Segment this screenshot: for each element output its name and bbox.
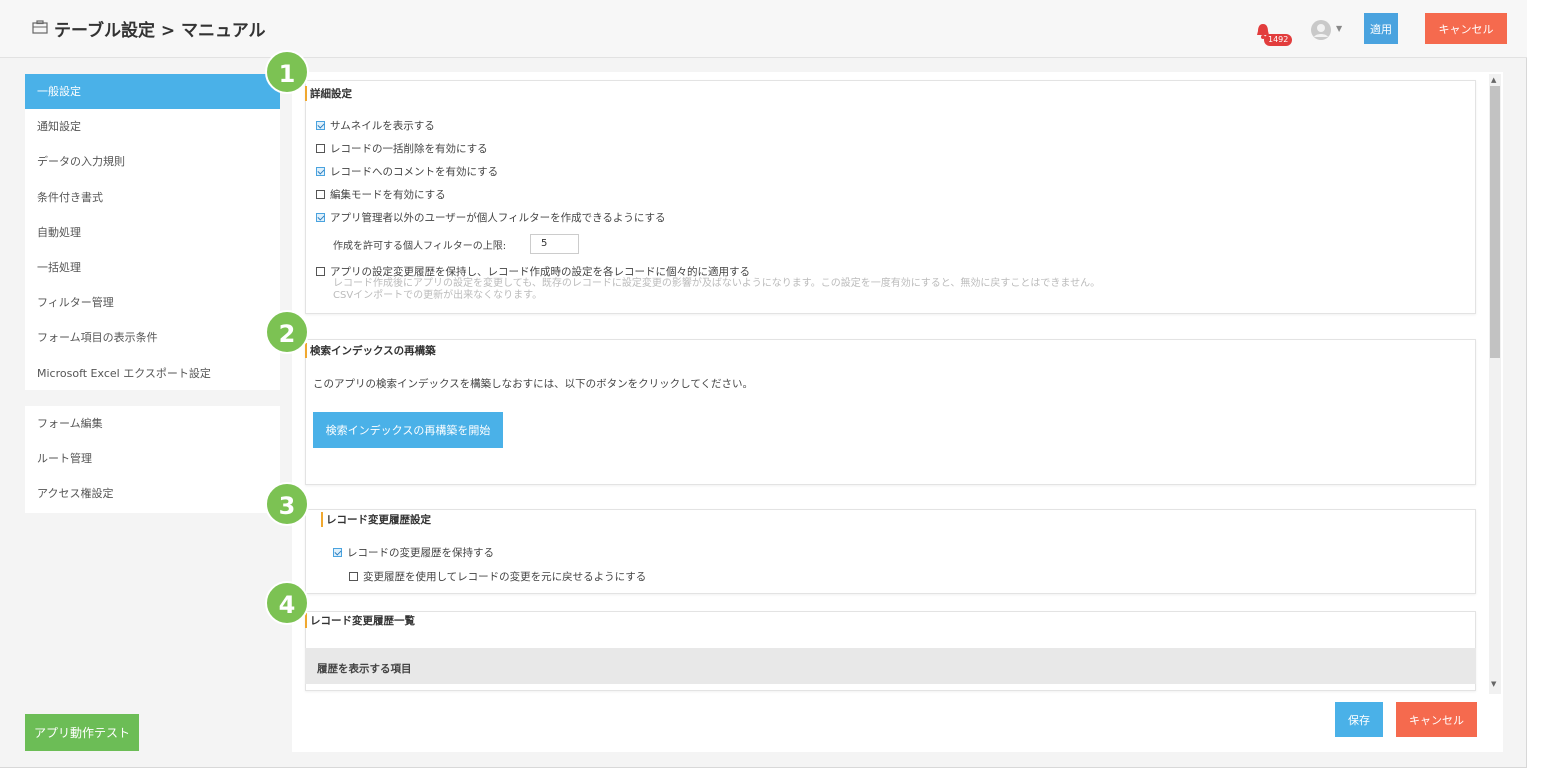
step-marker-4: 4 [265, 581, 309, 625]
sidebar-item-excel-export[interactable]: Microsoft Excel エクスポート設定 [25, 356, 280, 391]
checkbox[interactable] [316, 190, 325, 199]
rebuild-index-button[interactable]: 検索インデックスの再構築を開始 [313, 412, 503, 448]
sidebar-item-filters[interactable]: フィルター管理 [25, 285, 280, 320]
sidebar-item-conditional-format[interactable]: 条件付き書式 [25, 180, 280, 215]
sidebar-form-group: フォーム編集 ルート管理 アクセス権設定 [25, 406, 280, 513]
sidebar-item-input-rules[interactable]: データの入力規則 [25, 144, 280, 179]
step-marker-2: 2 [265, 310, 309, 354]
checkbox[interactable] [316, 167, 325, 176]
page-title: テーブル設定 > マニュアル [54, 21, 266, 41]
option-thumbnail[interactable]: サムネイルを表示する [316, 118, 435, 133]
checkbox[interactable] [316, 213, 325, 222]
sidebar-item-access[interactable]: アクセス権設定 [25, 476, 280, 511]
checkbox[interactable] [349, 572, 358, 581]
history-list-column-header: 履歴を表示する項目 [317, 663, 412, 675]
header-bar: テーブル設定 > マニュアル 1492 ▼ 適用 キャンセル [0, 0, 1527, 58]
checkbox[interactable] [333, 548, 342, 557]
record-history-title: レコード変更履歴設定 [321, 512, 431, 527]
user-avatar-icon[interactable] [1310, 19, 1332, 41]
scrollbar-thumb[interactable] [1490, 86, 1500, 358]
step-marker-3: 3 [265, 482, 309, 526]
option-comments[interactable]: レコードへのコメントを有効にする [316, 164, 498, 179]
apply-button[interactable]: 適用 [1364, 13, 1398, 44]
history-note-line1: レコード作成後にアプリの設定を変更しても、既存のレコードに設定変更の影響が及ばな… [333, 278, 1101, 289]
option-bulk-delete[interactable]: レコードの一括削除を有効にする [316, 141, 488, 156]
rebuild-description: このアプリの検索インデックスを構築しなおすには、以下のボタンをクリックしてくださ… [313, 378, 754, 390]
sidebar-item-notification[interactable]: 通知設定 [25, 109, 280, 144]
briefcase-icon [32, 20, 48, 34]
detail-settings-title: 詳細設定 [305, 86, 352, 101]
sidebar-item-form-conditions[interactable]: フォーム項目の表示条件 [25, 320, 280, 355]
save-button[interactable]: 保存 [1335, 702, 1383, 737]
sidebar-item-automation[interactable]: 自動処理 [25, 215, 280, 250]
history-note-line2: CSVインポートでの更新が出来なくなります。 [333, 290, 543, 301]
option-settings-history[interactable]: アプリの設定変更履歴を保持し、レコード作成時の設定を各レコードに個々的に適用する [316, 264, 750, 279]
notification-badge: 1492 [1264, 34, 1293, 46]
rebuild-index-title: 検索インデックスの再構築 [305, 343, 436, 358]
scroll-up-icon[interactable]: ▲ [1491, 76, 1496, 84]
option-keep-history[interactable]: レコードの変更履歴を保持する [333, 545, 494, 560]
app-test-button[interactable]: アプリ動作テスト [25, 714, 139, 751]
option-personal-filters[interactable]: アプリ管理者以外のユーザーが個人フィルターを作成できるようにする [316, 210, 665, 225]
sidebar-settings-group: 一般設定 通知設定 データの入力規則 条件付き書式 自動処理 一括処理 フィルタ… [25, 74, 280, 390]
sidebar-item-general[interactable]: 一般設定 [25, 74, 280, 110]
sidebar-item-routes[interactable]: ルート管理 [25, 441, 280, 476]
app-frame: テーブル設定 > マニュアル 1492 ▼ 適用 キャンセル 一般設定 通知設定… [0, 0, 1527, 768]
checkbox[interactable] [316, 267, 325, 276]
option-revert-history[interactable]: 変更履歴を使用してレコードの変更を元に戻せるようにする [349, 569, 646, 584]
sidebar-item-batch[interactable]: 一括処理 [25, 250, 280, 285]
history-list-header [305, 648, 1476, 684]
cancel-button-top[interactable]: キャンセル [1425, 13, 1507, 44]
chevron-down-icon[interactable]: ▼ [1336, 24, 1342, 33]
scroll-down-icon[interactable]: ▼ [1491, 680, 1496, 688]
option-edit-mode[interactable]: 編集モードを有効にする [316, 187, 446, 202]
checkbox[interactable] [316, 121, 325, 130]
filter-limit-input[interactable]: 5 [530, 234, 579, 254]
step-marker-1: 1 [265, 50, 309, 94]
history-list-title: レコード変更履歴一覧 [305, 613, 415, 628]
sidebar-item-form-edit[interactable]: フォーム編集 [25, 406, 280, 441]
cancel-button-bottom[interactable]: キャンセル [1396, 702, 1477, 737]
filter-limit-label: 作成を許可する個人フィルターの上限: [333, 241, 507, 252]
checkbox[interactable] [316, 144, 325, 153]
